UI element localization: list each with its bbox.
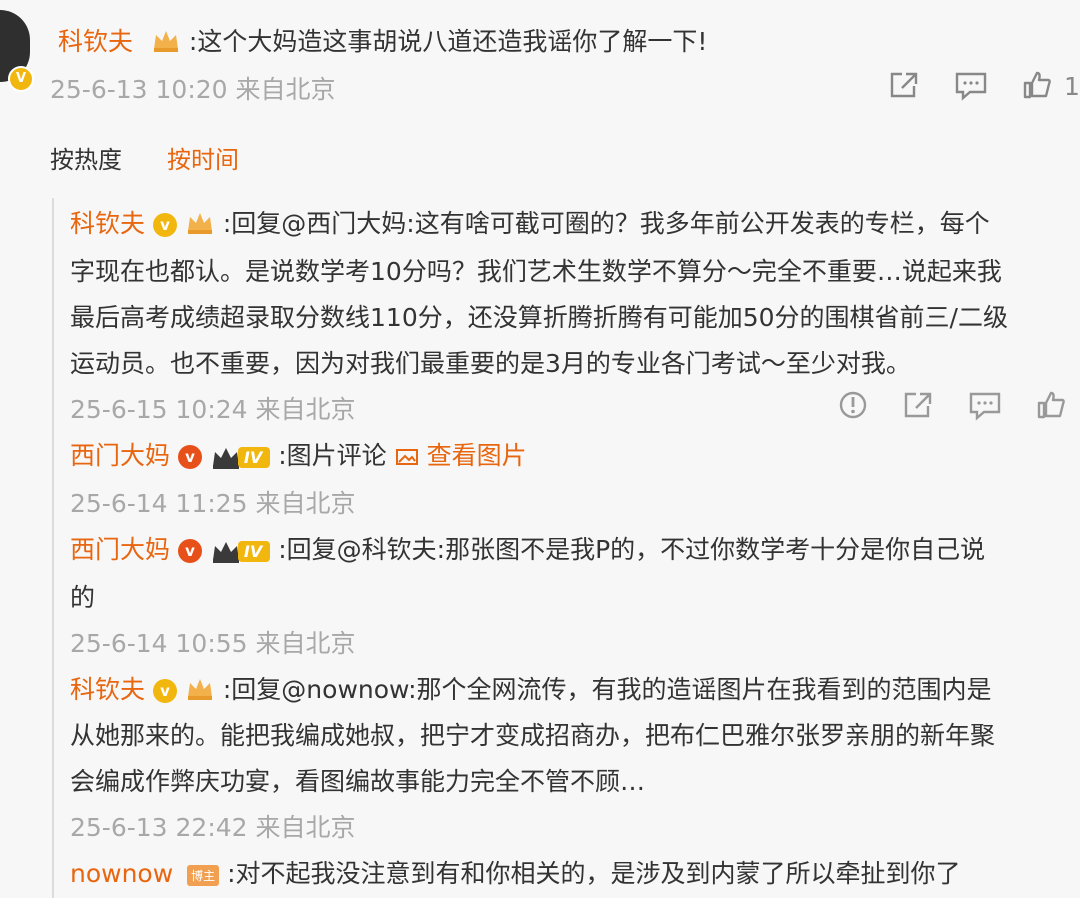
timestamp: 25-6-14 10:55 来自北京 xyxy=(70,629,356,658)
username[interactable]: 西门大妈 xyxy=(70,441,170,470)
like-icon[interactable] xyxy=(1036,390,1066,420)
level-badge: IV xyxy=(210,444,271,470)
reply-header: 西门大妈 v IV :图片评论 查看图片 xyxy=(70,436,527,472)
image-icon xyxy=(395,449,418,465)
author-badge: 博主 xyxy=(187,864,220,886)
reply-text-line: 运动员。也不重要，因为对我们最重要的是3月的专业各门考试～至少对我。 xyxy=(70,349,911,378)
comment-icon[interactable] xyxy=(968,390,1002,422)
timestamp: 25-6-13 22:42 来自北京 xyxy=(70,813,356,842)
level-badge: IV xyxy=(210,538,271,564)
verified-icon: v xyxy=(152,213,177,237)
verified-icon: v xyxy=(177,539,202,563)
reply-text-line: 最后高考成绩超录取分数线110分，还没算折腾折腾有可能加50分的围棋省前三/二级 xyxy=(70,303,1008,332)
tab-sort-hot[interactable]: 按热度 xyxy=(50,140,122,175)
crown-icon xyxy=(151,27,181,59)
comment-icon[interactable] xyxy=(954,70,988,102)
reply-header: 西门大妈 v IV :回复@科钦夫:那张图不是我P的，不过你数学考十分是你自己说 xyxy=(70,530,985,566)
comment-text: :这个大妈造这事胡说八道还造我谣你了解一下! xyxy=(188,27,708,56)
share-icon[interactable] xyxy=(888,70,920,100)
reply-text-line: :回复@nownow:那个全网流传，有我的造谣图片在我看到的范围内是 xyxy=(222,675,992,704)
share-icon[interactable] xyxy=(902,390,934,420)
reply-text-line: :回复@科钦夫:那张图不是我P的，不过你数学考十分是你自己说 xyxy=(278,535,986,564)
view-image-link[interactable]: 查看图片 xyxy=(395,441,527,470)
reply-text: :对不起我没注意到有和你相关的，是涉及到内蒙了所以牵扯到你了 xyxy=(227,859,961,888)
top-comment-header: 科钦夫 :这个大妈造这事胡说八道还造我谣你了解一下! xyxy=(58,22,707,59)
username[interactable]: 科钦夫 xyxy=(70,675,145,704)
reply-text-line: 从她那来的。能把我编成她叔，把宁才变成招商办，把布仁巴雅尔张罗亲朋的新年聚 xyxy=(70,721,996,750)
reply-text-line: 字现在也都认。是说数学考10分吗？我们艺术生数学不算分～完全不重要…说起来我 xyxy=(70,257,1002,286)
reply-header: 科钦夫 v :回复@西门大妈:这有啥可截可圈的？我多年前公开发表的专栏，每个 xyxy=(70,204,990,241)
reply-text-line: 会编成作弊庆功宴，看图编故事能力完全不管不顾… xyxy=(70,767,646,796)
timestamp: 25-6-13 10:20 来自北京 xyxy=(50,75,336,104)
timestamp: 25-6-15 10:24 来自北京 xyxy=(70,395,356,424)
verified-icon: V xyxy=(8,66,34,92)
verified-icon: v xyxy=(152,679,177,703)
username[interactable]: 科钦夫 xyxy=(70,209,145,238)
like-icon[interactable] xyxy=(1022,70,1052,100)
reply-text-line: 的 xyxy=(70,583,96,612)
crown-icon xyxy=(185,209,215,241)
like-count: 1 xyxy=(1064,72,1080,101)
crown-icon xyxy=(185,675,215,707)
thread-divider xyxy=(52,198,54,898)
reply-text: :图片评论 xyxy=(278,441,387,470)
timestamp: 25-6-14 11:25 来自北京 xyxy=(70,489,356,518)
report-icon[interactable] xyxy=(838,390,868,420)
tab-sort-time[interactable]: 按时间 xyxy=(167,140,239,175)
reply-text-line: :回复@西门大妈:这有啥可截可圈的？我多年前公开发表的专栏，每个 xyxy=(222,209,990,238)
reply-header: nownow 博主 :对不起我没注意到有和你相关的，是涉及到内蒙了所以牵扯到你了 xyxy=(70,854,961,890)
reply-header: 科钦夫 v :回复@nownow:那个全网流传，有我的造谣图片在我看到的范围内是 xyxy=(70,670,992,707)
username[interactable]: nownow xyxy=(70,859,173,888)
username[interactable]: 科钦夫 xyxy=(58,27,133,56)
verified-icon: v xyxy=(177,445,202,469)
username[interactable]: 西门大妈 xyxy=(70,535,170,564)
